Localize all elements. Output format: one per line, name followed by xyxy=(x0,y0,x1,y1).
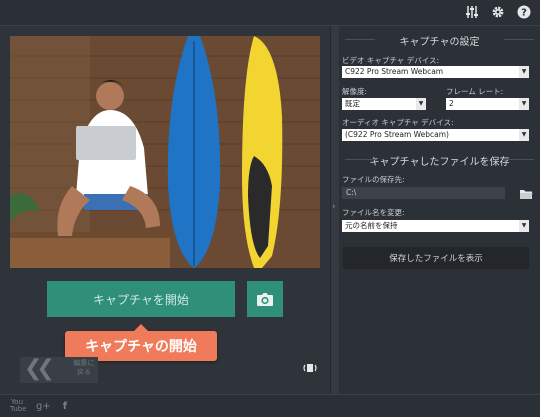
video-device-select[interactable]: C922 Pro Stream Webcam ▼ xyxy=(342,66,529,78)
chevron-down-icon: ▼ xyxy=(519,220,529,232)
audio-device-label: オーディオ キャプチャ デバイス: xyxy=(342,118,454,127)
framerate-value: 2 xyxy=(449,99,454,108)
google-plus-icon[interactable]: g+ xyxy=(36,401,51,412)
settings-panel: キャプチャの設定 ビデオ キャプチャ デバイス: C922 Pro Stream… xyxy=(339,26,540,394)
start-capture-button[interactable]: キャプチャを開始 xyxy=(47,281,235,317)
resolution-label: 解像度: xyxy=(342,87,368,96)
show-saved-files-button[interactable]: 保存したファイルを表示 xyxy=(343,247,529,269)
facebook-icon[interactable]: f xyxy=(63,401,67,412)
collapse-arrow-icon[interactable]: › xyxy=(332,202,336,212)
svg-text:?: ? xyxy=(521,8,527,19)
chevron-down-icon: ▼ xyxy=(519,98,529,110)
resolution-select[interactable]: 既定 ▼ xyxy=(342,98,426,110)
chevron-down-icon: ▼ xyxy=(416,98,426,110)
back-label: 編集に 戻る xyxy=(72,359,96,377)
audio-device-select[interactable]: (C922 Pro Stream Webcam) ▼ xyxy=(342,129,529,141)
back-to-editor-button[interactable]: ❮❮ 編集に 戻る xyxy=(20,357,98,383)
capture-panel: キャプチャを開始 キャプチャの開始 ❮❮ 編集に 戻る xyxy=(0,26,330,394)
video-device-label: ビデオ キャプチャ デバイス: xyxy=(342,56,439,65)
resolution-value: 既定 xyxy=(345,99,360,108)
framerate-select[interactable]: 2 ▼ xyxy=(446,98,529,110)
camera-preview xyxy=(10,36,320,268)
youtube-icon[interactable]: You Tube xyxy=(10,399,26,413)
bottom-bar: You Tube g+ f xyxy=(0,394,540,417)
save-settings-title: キャプチャしたファイルを保存 xyxy=(339,153,540,168)
help-icon[interactable]: ? xyxy=(516,4,532,20)
double-chevron-left-icon: ❮❮ xyxy=(24,356,55,381)
back-label-line1: 編集に xyxy=(73,359,95,367)
save-location-label: ファイルの保存先: xyxy=(342,175,405,184)
gear-icon[interactable] xyxy=(490,4,506,20)
folder-icon[interactable] xyxy=(519,186,533,200)
snapshot-button[interactable] xyxy=(247,281,283,317)
filename-select[interactable]: 元の名前を保持 ▼ xyxy=(342,220,529,232)
video-device-value: C922 Pro Stream Webcam xyxy=(345,67,444,76)
camera-icon xyxy=(257,292,273,306)
back-label-line2: 戻る xyxy=(77,368,91,376)
filename-label: ファイル名を変更: xyxy=(342,208,405,217)
framerate-label: フレーム レート: xyxy=(446,87,504,96)
equalizer-icon[interactable] xyxy=(464,4,480,20)
top-toolbar: ? xyxy=(0,0,540,26)
chevron-down-icon: ▼ xyxy=(519,129,529,141)
top-icons: ? xyxy=(464,4,532,20)
social-links: You Tube g+ f xyxy=(10,399,67,413)
audio-level-icon[interactable] xyxy=(302,360,318,376)
filename-value: 元の名前を保持 xyxy=(345,221,398,230)
capture-settings-title: キャプチャの設定 xyxy=(339,33,540,48)
save-location-field[interactable]: C:\ xyxy=(342,187,505,199)
audio-device-value: (C922 Pro Stream Webcam) xyxy=(345,130,449,139)
chevron-down-icon: ▼ xyxy=(519,66,529,78)
